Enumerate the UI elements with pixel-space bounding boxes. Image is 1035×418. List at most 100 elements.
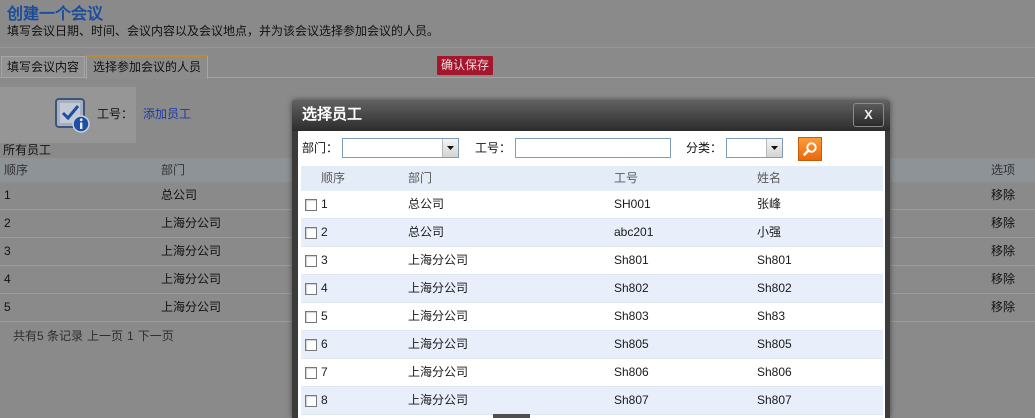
select-employee-dialog: 选择员工 X 部门： 工号： 分类： 顺序 部门 工号 姓名 1 总公司 SH0… xyxy=(292,100,890,418)
dialog-close-button[interactable]: X xyxy=(853,103,884,127)
chevron-down-icon[interactable] xyxy=(766,139,782,157)
table-row[interactable]: 1 总公司 SH001 张峰 xyxy=(301,191,883,219)
column-header-employee-id: 工号 xyxy=(614,171,639,185)
dialog-titlebar[interactable]: 选择员工 X xyxy=(292,100,890,131)
table-row[interactable]: 5 上海分公司 Sh803 Sh83 xyxy=(301,303,883,331)
record-count: 共有5 条记录 xyxy=(13,329,84,343)
remove-link[interactable]: 移除 xyxy=(991,294,1015,321)
row-employee-id: Sh807 xyxy=(614,393,649,407)
column-header-options: 选项 xyxy=(991,163,1016,177)
row-department: 总公司 xyxy=(161,188,198,202)
table-row[interactable]: 7 上海分公司 Sh806 Sh806 xyxy=(301,359,883,387)
row-order: 5 xyxy=(4,300,11,314)
row-order: 5 xyxy=(321,309,328,323)
dialog-body: 部门： 工号： 分类： 顺序 部门 工号 姓名 1 总公司 SH001 张峰 2… xyxy=(298,131,885,418)
row-checkbox[interactable] xyxy=(305,339,317,351)
row-order: 4 xyxy=(321,281,328,295)
row-order: 2 xyxy=(321,225,328,239)
row-order: 3 xyxy=(4,244,11,258)
row-employee-name: Sh801 xyxy=(757,253,792,267)
employee-id-filter-label: 工号： xyxy=(475,141,512,155)
table-row[interactable]: 6 上海分公司 Sh805 Sh805 xyxy=(301,331,883,359)
table-row[interactable]: 2 总公司 abc201 小强 xyxy=(301,219,883,247)
previous-page-link[interactable]: 上一页 xyxy=(87,329,123,343)
department-select[interactable] xyxy=(342,138,459,158)
row-employee-name: Sh805 xyxy=(757,337,792,351)
row-department: 上海分公司 xyxy=(408,281,469,295)
row-order: 4 xyxy=(4,272,11,286)
row-employee-id: SH001 xyxy=(614,197,651,211)
chevron-down-icon[interactable] xyxy=(442,139,458,157)
row-department: 上海分公司 xyxy=(408,309,469,323)
column-header-order: 顺序 xyxy=(321,171,346,185)
row-employee-name: Sh806 xyxy=(757,365,792,379)
row-employee-id: Sh806 xyxy=(614,365,649,379)
pagination-controls: 共有5 条记录 上一页 1 下一页 xyxy=(13,322,178,350)
row-employee-name: Sh802 xyxy=(757,281,792,295)
row-order: 6 xyxy=(321,337,328,351)
column-header-department: 部门 xyxy=(161,163,186,177)
row-employee-name: Sh83 xyxy=(757,309,786,323)
add-employee-link[interactable]: 添加员工 xyxy=(143,107,191,121)
column-header-department: 部门 xyxy=(408,171,433,185)
row-employee-name: 小强 xyxy=(757,225,782,239)
row-department: 上海分公司 xyxy=(161,216,222,230)
next-page-link[interactable]: 下一页 xyxy=(138,329,174,343)
row-checkbox[interactable] xyxy=(305,283,317,295)
row-order: 1 xyxy=(321,197,328,211)
row-employee-id: Sh805 xyxy=(614,337,649,351)
category-filter-label: 分类： xyxy=(686,141,723,155)
employee-id-input[interactable] xyxy=(515,138,671,158)
row-employee-name: 张峰 xyxy=(757,197,782,211)
remove-link[interactable]: 移除 xyxy=(991,266,1015,293)
row-department: 总公司 xyxy=(408,225,445,239)
row-checkbox[interactable] xyxy=(305,199,317,211)
clipboard-check-info-icon xyxy=(52,95,92,135)
tab-meeting-content[interactable]: 填写会议内容 xyxy=(1,56,85,77)
row-order: 7 xyxy=(321,365,328,379)
all-employees-title: 所有员工 xyxy=(3,143,52,157)
close-icon: X xyxy=(864,107,873,122)
row-order: 8 xyxy=(321,393,328,407)
row-checkbox[interactable] xyxy=(305,311,317,323)
page-number[interactable]: 1 xyxy=(127,329,134,343)
table-row[interactable]: 3 上海分公司 Sh801 Sh801 xyxy=(301,247,883,275)
row-employee-id: abc201 xyxy=(614,225,654,239)
category-select[interactable] xyxy=(726,138,783,158)
employee-id-label: 工号： xyxy=(97,107,134,121)
dialog-title: 选择员工 xyxy=(302,106,363,123)
column-header-name: 姓名 xyxy=(757,171,782,185)
row-department: 上海分公司 xyxy=(408,253,469,267)
remove-link[interactable]: 移除 xyxy=(991,182,1015,209)
table-row[interactable]: 8 上海分公司 Sh807 Sh807 xyxy=(301,387,883,415)
row-employee-id: Sh802 xyxy=(614,281,649,295)
row-department: 上海分公司 xyxy=(161,300,222,314)
save-button[interactable]: 确认保存 xyxy=(437,56,493,75)
row-department: 上海分公司 xyxy=(408,337,469,351)
row-checkbox[interactable] xyxy=(305,367,317,379)
row-department: 上海分公司 xyxy=(161,272,222,286)
dialog-footer-handle xyxy=(493,414,530,418)
remove-link[interactable]: 移除 xyxy=(991,210,1015,237)
remove-link[interactable]: 移除 xyxy=(991,238,1015,265)
row-department: 上海分公司 xyxy=(161,244,222,258)
page-title: 创建一个会议 xyxy=(7,6,104,23)
column-header-order: 顺序 xyxy=(4,163,29,177)
row-employee-id: Sh801 xyxy=(614,253,649,267)
search-icon xyxy=(803,142,817,156)
table-row[interactable]: 4 上海分公司 Sh802 Sh802 xyxy=(301,275,883,303)
row-order: 2 xyxy=(4,216,11,230)
tab-select-attendees[interactable]: 选择参加会议的人员 xyxy=(86,55,208,79)
row-checkbox[interactable] xyxy=(305,227,317,239)
search-button[interactable] xyxy=(798,137,822,161)
row-employee-name: Sh807 xyxy=(757,393,792,407)
row-checkbox[interactable] xyxy=(305,395,317,407)
row-order: 3 xyxy=(321,253,328,267)
header-divider xyxy=(0,47,1035,48)
employee-picker-header: 顺序 部门 工号 姓名 xyxy=(301,166,883,191)
row-department: 总公司 xyxy=(408,197,445,211)
row-employee-id: Sh803 xyxy=(614,309,649,323)
row-order: 1 xyxy=(4,188,11,202)
row-department: 上海分公司 xyxy=(408,393,469,407)
row-checkbox[interactable] xyxy=(305,255,317,267)
